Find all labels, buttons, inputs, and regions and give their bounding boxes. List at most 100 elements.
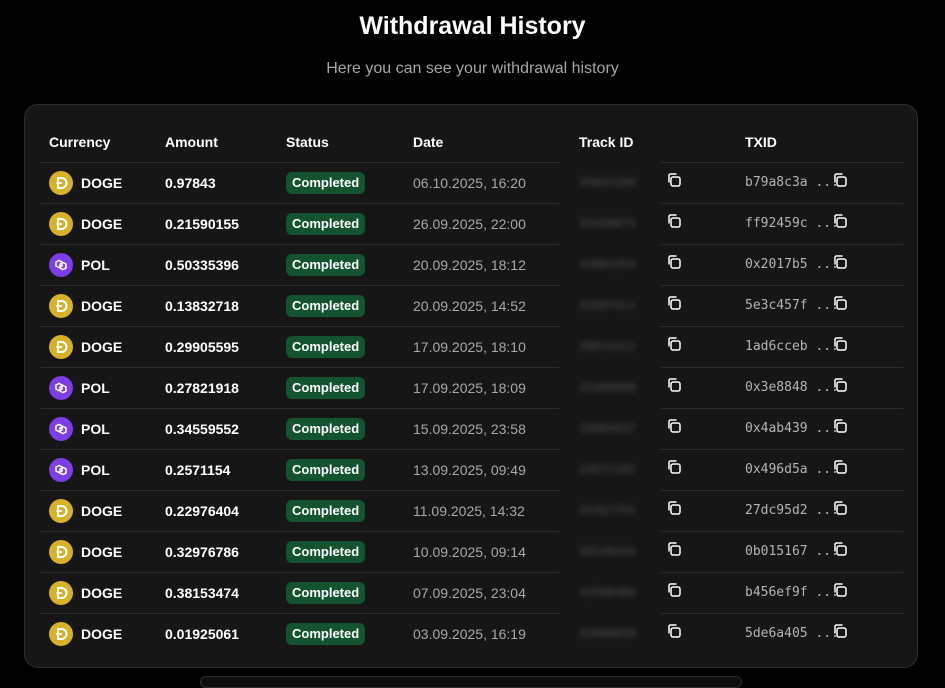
- track-id-cell: 22671182: [579, 449, 636, 490]
- doge-coin-icon: [49, 498, 73, 523]
- table-row: DOGE 0.29905595 Completed 17.09.2025, 18:10…: [41, 326, 903, 367]
- copy-txid-cell: [831, 449, 849, 490]
- txid-value: b456ef9f ...: [745, 585, 839, 600]
- table-row: DOGE 0.97843 Completed 06.10.2025, 16:20 350…: [41, 162, 903, 203]
- copy-track-id-button[interactable]: [665, 460, 683, 479]
- currency-cell: DOGE: [49, 572, 122, 613]
- page-title: Withdrawal History: [359, 12, 586, 40]
- copy-txid-cell: [831, 613, 849, 654]
- copy-icon: [832, 254, 848, 275]
- status-cell: Completed: [286, 490, 366, 531]
- txid-value: 5de6a405 ...: [745, 626, 839, 641]
- currency-label: POL: [81, 256, 110, 273]
- txid-cell: 5e3c457f ...: [745, 285, 839, 326]
- copy-txid-button[interactable]: [831, 541, 849, 562]
- track-id-cell: 25490088: [579, 367, 636, 408]
- doge-coin-icon: [49, 621, 73, 646]
- copy-track-id-button[interactable]: [665, 542, 683, 561]
- status-badge: Completed: [286, 335, 366, 358]
- date-cell: 11.09.2025, 14:32: [413, 490, 525, 531]
- track-id-cell: 25664437: [579, 408, 636, 449]
- copy-icon: [832, 541, 848, 562]
- doge-coin-icon: [49, 293, 73, 318]
- copy-txid-button[interactable]: [831, 418, 849, 439]
- date-value: 06.10.2025, 16:20: [413, 174, 526, 191]
- track-id-value: 28120324: [579, 545, 636, 558]
- copy-txid-button[interactable]: [831, 336, 849, 357]
- date-cell: 13.09.2025, 09:49: [413, 449, 526, 490]
- status-badge: Completed: [286, 294, 366, 317]
- status-cell: Completed: [286, 408, 366, 449]
- amount-cell: 0.50335396: [165, 244, 239, 285]
- table-row: POL 0.34559552 Completed 15.09.2025, 23:58 2…: [41, 408, 903, 449]
- copy-track-id-button[interactable]: [665, 337, 683, 356]
- amount-value: 0.50335396: [165, 256, 239, 273]
- amount-cell: 0.13832718: [165, 285, 239, 326]
- status-badge: Completed: [286, 171, 366, 194]
- track-id-value: 25664437: [579, 422, 636, 435]
- table-row: DOGE 0.32976786 Completed 10.09.2025, 09:14…: [41, 531, 903, 572]
- track-id-value: 25367755: [579, 504, 636, 517]
- copy-txid-button[interactable]: [831, 295, 849, 316]
- date-cell: 26.09.2025, 22:00: [413, 203, 526, 244]
- track-id-value: 33801354: [579, 258, 636, 271]
- status-cell: Completed: [286, 531, 366, 572]
- currency-label: DOGE: [81, 297, 123, 314]
- date-cell: 07.09.2025, 23:04: [413, 572, 526, 613]
- track-id-cell: 22800650: [579, 613, 636, 654]
- date-value: 13.09.2025, 09:49: [413, 461, 526, 478]
- date-value: 07.09.2025, 23:04: [413, 584, 526, 601]
- copy-txid-cell: [831, 490, 849, 531]
- copy-track-id-cell: [665, 326, 683, 367]
- currency-cell: DOGE: [49, 490, 122, 531]
- copy-icon: [832, 459, 848, 480]
- doge-coin-icon: [49, 211, 73, 236]
- track-id-value: 35168873: [579, 217, 636, 230]
- copy-track-id-button[interactable]: [665, 173, 683, 192]
- copy-icon: [832, 295, 848, 316]
- copy-txid-cell: [831, 162, 849, 203]
- amount-value: 0.32976786: [165, 543, 239, 560]
- date-value: 11.09.2025, 14:32: [413, 502, 525, 519]
- date-value: 17.09.2025, 18:10: [413, 338, 526, 355]
- copy-txid-cell: [831, 326, 849, 367]
- copy-icon: [832, 418, 848, 439]
- copy-txid-button[interactable]: [831, 254, 849, 275]
- currency-cell: DOGE: [49, 613, 122, 654]
- copy-txid-button[interactable]: [831, 378, 849, 397]
- date-value: 20.09.2025, 18:12: [413, 256, 526, 273]
- table-row: DOGE 0.01925061 Completed 03.09.2025, 16:19…: [41, 613, 903, 654]
- amount-value: 0.38153474: [165, 584, 239, 601]
- txid-cell: b456ef9f ...: [745, 572, 839, 613]
- page-subtitle: Here you can see your withdrawal history: [326, 60, 619, 77]
- copy-track-id-button[interactable]: [665, 624, 683, 643]
- copy-track-id-button[interactable]: [665, 500, 683, 521]
- copy-txid-button[interactable]: [831, 623, 849, 644]
- copy-txid-button[interactable]: [831, 214, 849, 233]
- copy-track-id-button[interactable]: [665, 214, 683, 233]
- copy-icon: [832, 336, 848, 357]
- copy-track-id-button[interactable]: [665, 583, 683, 602]
- withdrawal-history-card: Currency Amount Status Date Track ID TXI…: [24, 104, 918, 668]
- amount-value: 0.34559552: [165, 420, 239, 437]
- status-cell: Completed: [286, 613, 366, 654]
- copy-track-id-button[interactable]: [665, 295, 683, 316]
- copy-txid-button[interactable]: [831, 459, 849, 480]
- amount-cell: 0.38153474: [165, 572, 239, 613]
- copy-track-id-button[interactable]: [665, 255, 683, 274]
- copy-icon: [832, 582, 848, 603]
- copy-icon: [666, 295, 682, 316]
- copy-icon: [666, 500, 682, 521]
- amount-value: 0.21590155: [165, 215, 239, 232]
- copy-txid-button[interactable]: [831, 173, 849, 192]
- date-cell: 03.09.2025, 16:19: [413, 613, 526, 654]
- date-cell: 17.09.2025, 18:09: [413, 367, 526, 408]
- copy-track-id-cell: [665, 285, 683, 326]
- table-body: DOGE 0.97843 Completed 06.10.2025, 16:20 350…: [41, 162, 903, 654]
- copy-track-id-button[interactable]: [665, 419, 683, 438]
- copy-track-id-button[interactable]: [665, 378, 683, 397]
- copy-txid-button[interactable]: [831, 582, 849, 603]
- copy-icon: [832, 623, 848, 644]
- txid-value: 5e3c457f ...: [745, 298, 839, 313]
- copy-txid-button[interactable]: [831, 501, 849, 520]
